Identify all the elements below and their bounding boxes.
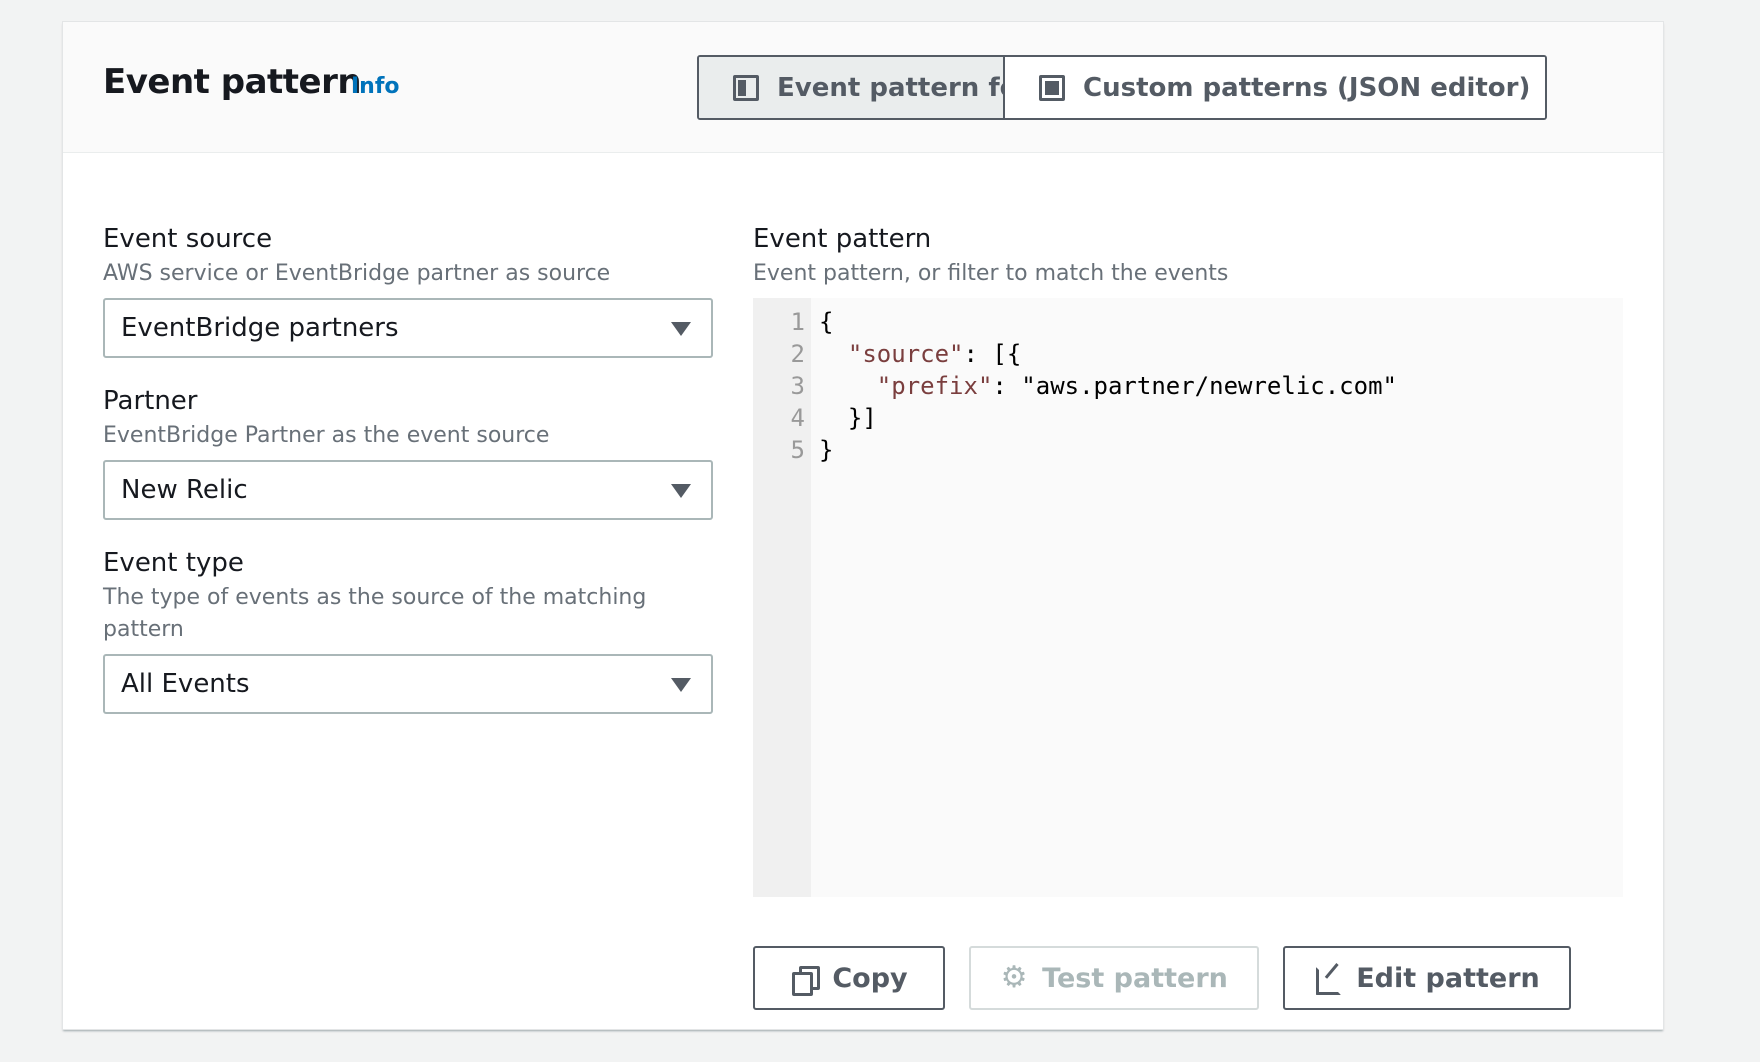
partner-description: EventBridge Partner as the event source [103,423,550,448]
gear-icon: ⚙ [1000,960,1028,995]
json-value: : [{ [963,340,1022,368]
tab-label: Custom patterns (JSON editor) [1083,72,1531,103]
code-text: "source": [{ [811,338,1021,370]
line-number: 2 [790,340,805,368]
line-number-cell: 4 [753,402,811,434]
json-value: }] [847,404,877,432]
copy-label: Copy [832,962,908,994]
event-pattern-panel: Event pattern Info Event pattern form Cu… [62,21,1664,1030]
line-number-cell: 5 [753,434,811,466]
caret-down-icon [671,678,691,692]
code-line: 1{ [753,306,1623,338]
event-pattern-preview: Event pattern Event pattern, or filter t… [753,222,1623,1010]
event-type-value: All Events [121,669,250,699]
panel-header: Event pattern Info Event pattern form Cu… [63,22,1663,153]
code-editor[interactable]: 1{2 "source": [{3 "prefix": "aws.partner… [753,298,1623,897]
event-source-label: Event source [103,224,273,254]
tab-custom-patterns-json-editor[interactable]: Custom patterns (JSON editor) [1005,57,1545,118]
pattern-actions: Copy ⚙ Test pattern Edit pattern [753,946,1571,1010]
copy-icon [790,964,821,996]
copy-button[interactable]: Copy [753,946,945,1010]
edit-icon [1314,964,1342,995]
caret-down-icon [671,322,691,336]
event-pattern-description: Event pattern, or filter to match the ev… [753,261,1229,286]
json-key: "prefix" [876,372,993,400]
pattern-mode-toggle: Event pattern form Custom patterns (JSON… [697,55,1547,120]
json-key: "source" [847,340,964,368]
code-line: 3 "prefix": "aws.partner/newrelic.com" [753,370,1623,402]
line-number-cell: 3 [753,370,811,402]
event-type-select[interactable]: All Events [103,654,713,714]
code-text: } [811,434,833,466]
code-line: 4 }] [753,402,1623,434]
tab-event-pattern-form[interactable]: Event pattern form [699,57,1057,118]
json-editor-icon [1039,74,1065,101]
edit-pattern-label: Edit pattern [1356,962,1540,994]
code-text: }] [811,402,877,434]
info-link[interactable]: Info [351,74,400,99]
partner-label: Partner [103,386,198,416]
json-value: : "aws.partner/newrelic.com" [992,372,1397,400]
pattern-form: Event source AWS service or EventBridge … [103,222,713,714]
code-lines: 1{2 "source": [{3 "prefix": "aws.partner… [753,306,1623,466]
event-type-field: Event type The type of events as the sou… [103,546,713,714]
event-source-field: Event source AWS service or EventBridge … [103,222,713,358]
event-type-description: The type of events as the source of the … [103,585,647,642]
partner-select[interactable]: New Relic [103,460,713,520]
event-pattern-label: Event pattern [753,224,932,254]
line-number: 5 [790,436,805,464]
edit-pattern-button[interactable]: Edit pattern [1283,946,1571,1010]
line-number-cell: 2 [753,338,811,370]
partner-field: Partner EventBridge Partner as the event… [103,384,713,520]
json-value: } [819,436,834,464]
code-line: 2 "source": [{ [753,338,1623,370]
partner-value: New Relic [121,475,248,505]
event-type-label: Event type [103,548,244,578]
line-number: 3 [790,372,805,400]
code-text: { [811,306,833,338]
json-value: { [819,308,834,336]
line-number: 1 [790,308,805,336]
event-source-value: EventBridge partners [121,313,399,343]
line-number: 4 [790,404,805,432]
test-pattern-label: Test pattern [1042,962,1228,994]
event-source-description: AWS service or EventBridge partner as so… [103,261,611,286]
caret-down-icon [671,484,691,498]
code-text: "prefix": "aws.partner/newrelic.com" [811,370,1397,402]
code-line: 5} [753,434,1623,466]
panel-title: Event pattern [103,62,362,102]
line-number-cell: 1 [753,306,811,338]
event-source-select[interactable]: EventBridge partners [103,298,713,358]
form-layout-icon [733,74,759,101]
test-pattern-button[interactable]: ⚙ Test pattern [969,946,1259,1010]
